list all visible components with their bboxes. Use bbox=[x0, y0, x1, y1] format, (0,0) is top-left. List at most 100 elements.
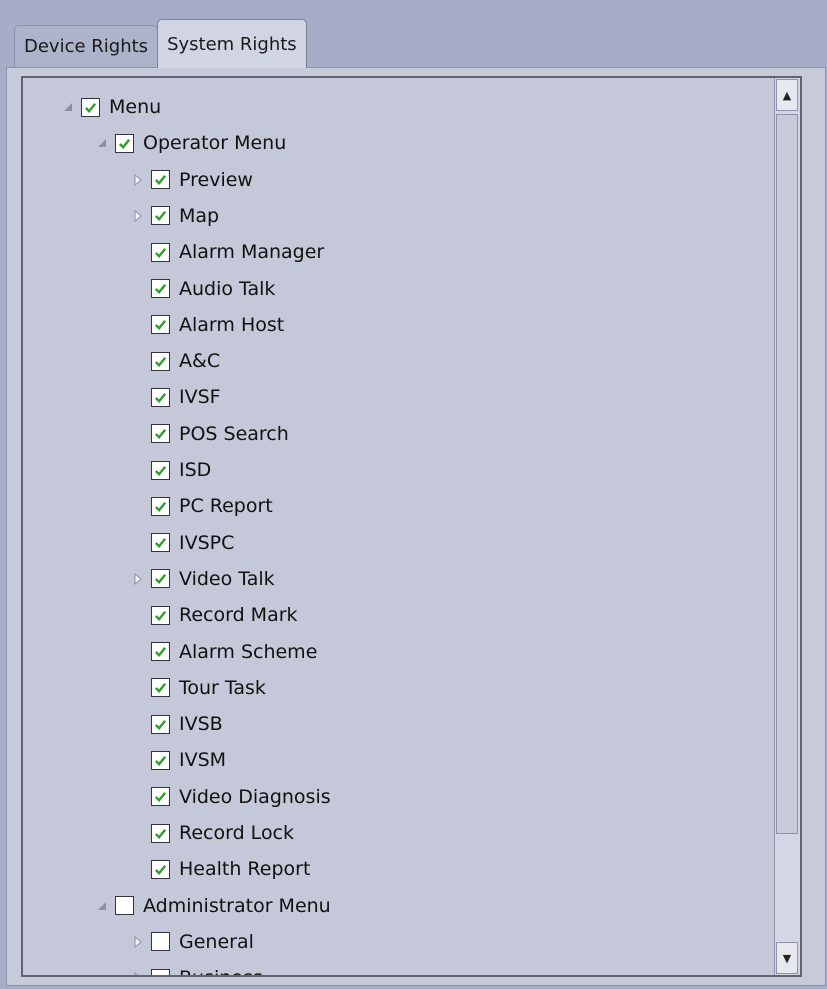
checkbox[interactable] bbox=[151, 206, 170, 226]
check-icon bbox=[118, 137, 131, 150]
checkbox[interactable] bbox=[81, 97, 100, 117]
checkbox[interactable] bbox=[151, 642, 170, 661]
tree-item-label: Operator Menu bbox=[143, 132, 287, 155]
checkbox[interactable] bbox=[151, 279, 170, 298]
check-icon bbox=[154, 246, 167, 259]
check-icon bbox=[154, 500, 167, 513]
tree-item[interactable]: POS Search bbox=[130, 416, 289, 452]
checkbox[interactable] bbox=[151, 823, 170, 843]
tab-device-rights[interactable]: Device Rights bbox=[14, 25, 159, 68]
tree-item[interactable]: Audio Talk bbox=[130, 271, 275, 307]
checkbox[interactable] bbox=[151, 968, 170, 975]
scroll-down-button[interactable]: ▼ bbox=[776, 942, 798, 974]
checkbox[interactable] bbox=[151, 242, 170, 262]
check-icon bbox=[154, 209, 167, 222]
check-icon bbox=[154, 645, 167, 658]
tree-item[interactable]: Tour Task bbox=[130, 670, 266, 706]
tab-system-rights[interactable]: System Rights bbox=[157, 19, 307, 68]
tree-item[interactable]: IVSB bbox=[130, 706, 223, 742]
triangle-right-icon[interactable] bbox=[130, 932, 146, 952]
tree-item[interactable]: Record Lock bbox=[130, 815, 294, 851]
tree-item[interactable]: IVSM bbox=[130, 742, 226, 778]
checkbox[interactable] bbox=[115, 896, 134, 916]
check-icon bbox=[154, 754, 167, 767]
rights-tree[interactable]: ▲ ▼ Menu Operator Menu Preview Map Alarm Man… bbox=[21, 76, 802, 977]
checkbox[interactable] bbox=[151, 496, 170, 516]
tree-item-label: Record Mark bbox=[179, 604, 298, 627]
triangle-right-icon[interactable] bbox=[130, 206, 146, 226]
tree-item-label: Administrator Menu bbox=[143, 894, 331, 917]
checkbox[interactable] bbox=[151, 533, 170, 553]
triangle-right-icon[interactable] bbox=[130, 569, 146, 589]
tree-item[interactable]: Health Report bbox=[130, 851, 310, 887]
checkbox[interactable] bbox=[151, 750, 170, 770]
tree-item[interactable]: Business bbox=[130, 960, 263, 975]
checkbox[interactable] bbox=[151, 424, 170, 444]
triangle-down-icon[interactable] bbox=[94, 896, 110, 916]
tree-item[interactable]: Video Diagnosis bbox=[130, 779, 331, 815]
checkbox[interactable] bbox=[151, 351, 170, 371]
tree-item-label: Preview bbox=[179, 168, 253, 191]
tree-item-label: A&C bbox=[179, 350, 221, 373]
tree-item[interactable]: Operator Menu bbox=[94, 125, 286, 161]
checkbox[interactable] bbox=[151, 315, 170, 335]
checkbox[interactable] bbox=[151, 605, 170, 625]
checkbox[interactable] bbox=[115, 133, 134, 153]
tree-item[interactable]: Record Mark bbox=[130, 597, 298, 633]
check-icon bbox=[154, 391, 167, 404]
tree-item[interactable]: Alarm Host bbox=[130, 307, 284, 343]
tree-item[interactable]: Alarm Scheme bbox=[130, 634, 317, 670]
checkbox[interactable] bbox=[151, 787, 170, 807]
tree-item[interactable]: Menu bbox=[60, 89, 161, 125]
tree-item[interactable]: ISD bbox=[130, 452, 211, 488]
tree-item-label: Record Lock bbox=[179, 822, 295, 844]
triangle-right-icon[interactable] bbox=[130, 968, 146, 975]
tree-item[interactable]: Alarm Manager bbox=[130, 234, 324, 270]
check-icon bbox=[154, 609, 167, 622]
checkbox[interactable] bbox=[151, 859, 170, 879]
tree-item[interactable]: Preview bbox=[130, 162, 253, 198]
check-icon bbox=[154, 681, 167, 694]
check-icon bbox=[154, 827, 167, 840]
check-icon bbox=[154, 572, 167, 585]
triangle-down-icon[interactable] bbox=[60, 97, 76, 117]
tree-item-label: Business bbox=[179, 967, 263, 975]
checkbox[interactable] bbox=[151, 460, 170, 480]
triangle-down-icon[interactable] bbox=[94, 133, 110, 153]
tree-item[interactable]: Video Talk bbox=[130, 561, 275, 597]
tree-item[interactable]: General bbox=[130, 924, 254, 960]
tree-item-label: Tour Task bbox=[179, 676, 266, 699]
checkbox[interactable] bbox=[151, 387, 170, 407]
vertical-scrollbar[interactable]: ▲ ▼ bbox=[774, 78, 800, 975]
checkbox[interactable] bbox=[151, 170, 170, 190]
tree-item-label: POS Search bbox=[179, 422, 289, 445]
tree-item[interactable]: Administrator Menu bbox=[94, 888, 331, 924]
scrollbar-thumb[interactable] bbox=[776, 114, 798, 834]
tree-item-label: General bbox=[179, 930, 254, 953]
scroll-up-button[interactable]: ▲ bbox=[776, 79, 798, 111]
tree-item[interactable]: A&C bbox=[130, 343, 220, 379]
checkbox[interactable] bbox=[151, 569, 170, 589]
check-icon bbox=[154, 863, 167, 876]
tree-item-label: Map bbox=[179, 204, 220, 227]
tree-item[interactable]: Map bbox=[130, 198, 219, 234]
checkbox[interactable] bbox=[151, 714, 170, 734]
tree-item[interactable]: IVSF bbox=[130, 379, 221, 415]
tree-item[interactable]: IVSPC bbox=[130, 525, 234, 561]
triangle-right-icon[interactable] bbox=[130, 170, 146, 190]
tree-item[interactable]: PC Report bbox=[130, 488, 273, 524]
checkbox[interactable] bbox=[151, 678, 170, 698]
checkbox[interactable] bbox=[151, 932, 170, 952]
system-rights-panel: ▲ ▼ Menu Operator Menu Preview Map Alarm Man… bbox=[6, 67, 826, 986]
check-icon bbox=[154, 173, 167, 186]
tree-item-label: Audio Talk bbox=[179, 277, 276, 300]
